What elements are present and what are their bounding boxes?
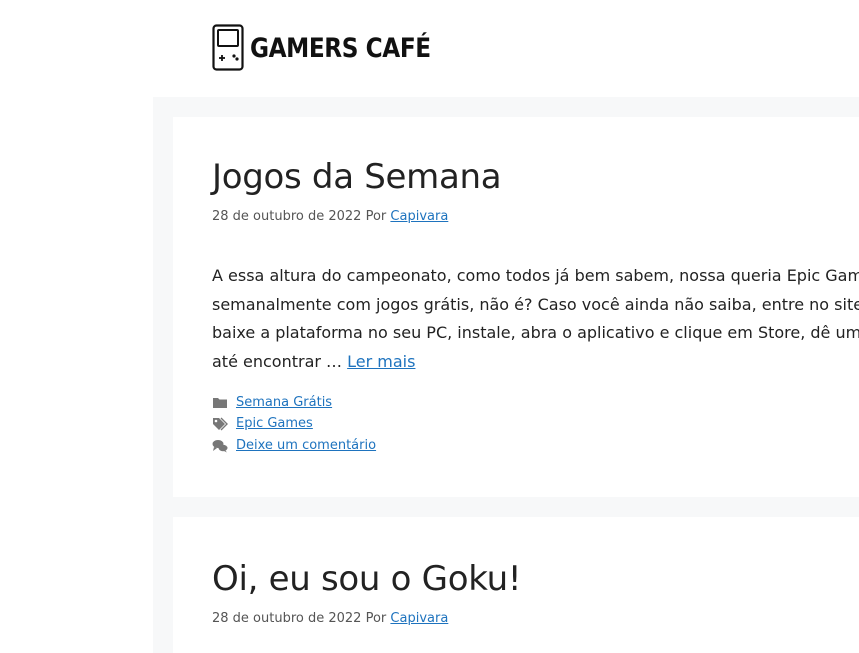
post-title[interactable]: Jogos da Semana: [212, 157, 502, 197]
tag-link[interactable]: Epic Games: [236, 416, 313, 431]
post-title[interactable]: Oi, eu sou o Goku!: [212, 559, 521, 599]
post-tags: Epic Games: [212, 416, 313, 431]
gameboy-icon: [212, 24, 244, 71]
site-logo[interactable]: GAMERS CAFÉ: [212, 24, 460, 71]
post-card: Oi, eu sou o Goku! 28 de outubro de 2022…: [173, 517, 859, 653]
post-date[interactable]: 28 de outubro de 2022: [212, 209, 361, 224]
site-header: GAMERS CAFÉ: [0, 0, 859, 97]
folder-icon: [212, 396, 228, 410]
post-card: Jogos da Semana 28 de outubro de 2022 Po…: [173, 117, 859, 497]
tags-icon: [212, 417, 228, 431]
post-comments: Deixe um comentário: [212, 438, 376, 453]
read-more-link[interactable]: Ler mais: [347, 352, 415, 371]
author-link[interactable]: Capivara: [390, 611, 448, 626]
excerpt-line-last: até encontrar … Ler mais: [212, 348, 859, 377]
author-link[interactable]: Capivara: [390, 209, 448, 224]
comment-link[interactable]: Deixe um comentário: [236, 438, 376, 453]
excerpt-line: até encontrar …: [212, 351, 343, 371]
post-excerpt: A essa altura do campeonato, como todos …: [212, 262, 859, 376]
category-link[interactable]: Semana Grátis: [236, 395, 332, 410]
site-title: GAMERS CAFÉ: [250, 33, 431, 64]
comments-icon: [212, 439, 228, 453]
byline-label: Por: [365, 209, 387, 224]
post-meta: 28 de outubro de 2022 Por Capivara: [212, 209, 448, 224]
byline-label: Por: [365, 611, 387, 626]
post-date[interactable]: 28 de outubro de 2022: [212, 611, 361, 626]
post-meta: 28 de outubro de 2022 Por Capivara: [212, 611, 448, 626]
excerpt-line: baixe a plataforma no seu PC, instale, a…: [212, 323, 859, 342]
excerpt-line: semanalmente com jogos grátis, não é? Ca…: [212, 294, 859, 314]
post-category: Semana Grátis: [212, 395, 332, 410]
excerpt-line: A essa altura do campeonato, como todos …: [212, 266, 859, 285]
